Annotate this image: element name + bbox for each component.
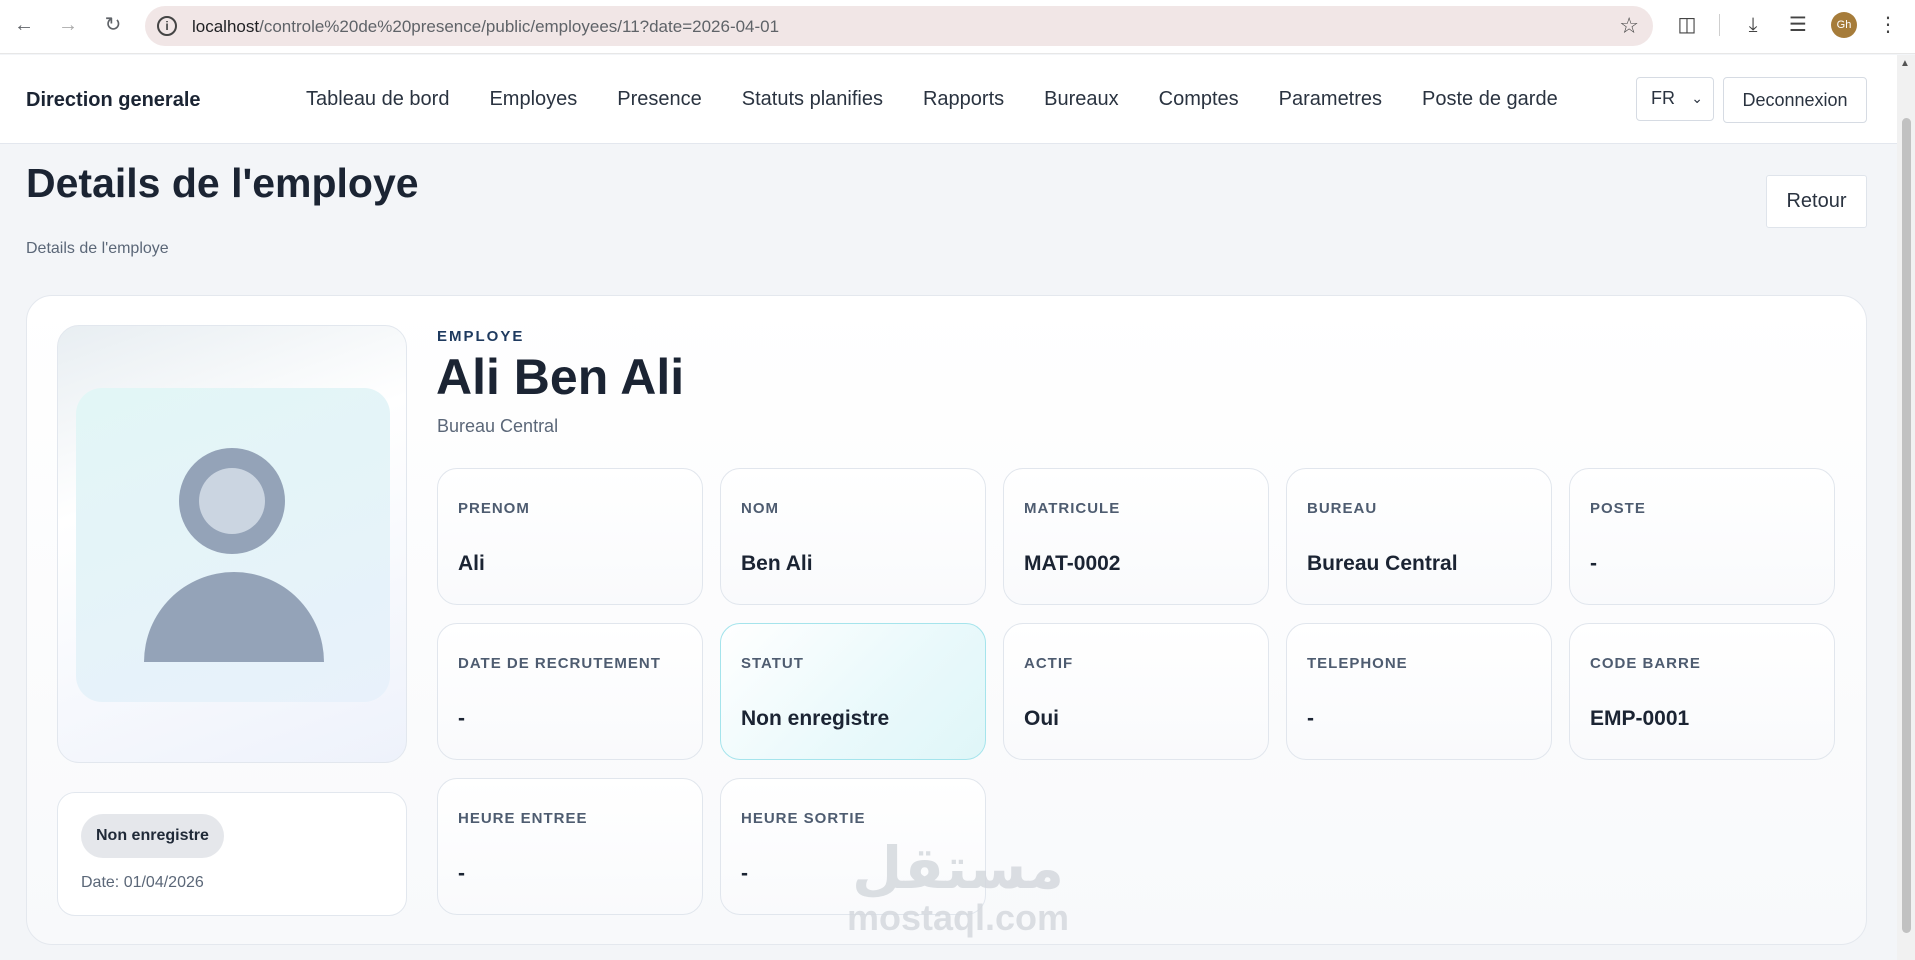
attendance-status-box: Non enregistre Date: 01/04/2026 xyxy=(57,792,407,916)
status-badge: Non enregistre xyxy=(81,814,224,858)
field-label: MATRICULE xyxy=(1024,500,1121,517)
field-value: Oui xyxy=(1024,707,1059,730)
avatar-body-icon xyxy=(144,572,324,662)
scroll-up-icon[interactable]: ▲ xyxy=(1900,58,1910,69)
field-label: DATE DE RECRUTEMENT xyxy=(458,655,661,672)
breadcrumb: Details de l'employe xyxy=(26,240,169,257)
field-label: POSTE xyxy=(1590,500,1646,517)
field-value: MAT-0002 xyxy=(1024,552,1121,575)
employee-name: Ali Ben Ali xyxy=(436,349,685,405)
toolbar-divider xyxy=(1719,14,1720,36)
status-date: Date: 01/04/2026 xyxy=(81,874,204,891)
field-bureau: BUREAU Bureau Central xyxy=(1286,468,1552,605)
url-path: /controle%20de%20presence/public/employe… xyxy=(259,17,780,36)
language-value: FR xyxy=(1651,88,1675,108)
url-text[interactable]: localhost/controle%20de%20presence/publi… xyxy=(192,17,779,37)
watermark-logo: مستقل mostaql.com xyxy=(838,840,1078,938)
avatar-placeholder xyxy=(76,388,390,702)
field-value: Bureau Central xyxy=(1307,552,1458,575)
menu-item-employes[interactable]: Employes xyxy=(489,88,577,111)
menu-item-tableau-de-bord[interactable]: Tableau de bord xyxy=(306,88,449,111)
field-poste: POSTE - xyxy=(1569,468,1835,605)
puzzle-icon[interactable]: ◫ xyxy=(1674,12,1700,38)
kebab-menu-icon[interactable]: ⋮ xyxy=(1875,12,1901,38)
field-date-recrutement: DATE DE RECRUTEMENT - xyxy=(437,623,703,760)
language-select[interactable]: FR ⌄ xyxy=(1636,77,1714,121)
field-telephone: TELEPHONE - xyxy=(1286,623,1552,760)
field-label: CODE BARRE xyxy=(1590,655,1701,672)
app-header: Direction generale Tableau de bord Emplo… xyxy=(0,55,1897,144)
menu-item-presence[interactable]: Presence xyxy=(617,88,702,111)
reload-icon[interactable]: ↻ xyxy=(100,12,126,38)
page-title: Details de l'employe xyxy=(26,160,419,206)
menu-item-comptes[interactable]: Comptes xyxy=(1159,88,1239,111)
field-value: - xyxy=(1307,707,1314,730)
field-value: Non enregistre xyxy=(741,707,890,730)
arrow-right-icon[interactable]: → xyxy=(55,12,81,38)
employee-photo xyxy=(57,325,407,763)
menu-item-statuts-planifies[interactable]: Statuts planifies xyxy=(742,88,883,111)
field-label: HEURE ENTREE xyxy=(458,810,588,827)
field-value: - xyxy=(741,862,748,885)
menu-item-rapports[interactable]: Rapports xyxy=(923,88,1004,111)
employee-office: Bureau Central xyxy=(437,416,559,436)
address-bar[interactable]: i localhost/controle%20de%20presence/pub… xyxy=(145,6,1653,46)
field-matricule: MATRICULE MAT-0002 xyxy=(1003,468,1269,605)
field-value: Ali xyxy=(458,552,485,575)
field-label: BUREAU xyxy=(1307,500,1378,517)
field-label: PRENOM xyxy=(458,500,530,517)
field-nom: NOM Ben Ali xyxy=(720,468,986,605)
field-label: NOM xyxy=(741,500,779,517)
field-value: - xyxy=(458,862,465,885)
field-value: - xyxy=(1590,552,1597,575)
download-icon[interactable]: ⤓ xyxy=(1740,12,1766,38)
field-label: TELEPHONE xyxy=(1307,655,1408,672)
info-icon[interactable]: i xyxy=(157,16,177,36)
field-actif: ACTIF Oui xyxy=(1003,623,1269,760)
field-value: EMP-0001 xyxy=(1590,707,1690,730)
menu-item-bureaux[interactable]: Bureaux xyxy=(1044,88,1119,111)
menu-item-poste-de-garde[interactable]: Poste de garde xyxy=(1422,88,1558,111)
profile-avatar[interactable]: Gh xyxy=(1831,12,1857,38)
logout-button[interactable]: Deconnexion xyxy=(1723,77,1867,123)
arrow-left-icon[interactable]: ← xyxy=(11,12,37,38)
field-label: ACTIF xyxy=(1024,655,1074,672)
url-host: localhost xyxy=(192,17,260,36)
watermark-arabic: مستقل xyxy=(851,836,1065,901)
chevron-down-icon: ⌄ xyxy=(1691,90,1703,106)
star-icon[interactable]: ☆ xyxy=(1619,13,1639,39)
main-menu: Tableau de bord Employes Presence Statut… xyxy=(306,88,1558,111)
back-button[interactable]: Retour xyxy=(1766,175,1867,228)
field-prenom: PRENOM Ali xyxy=(437,468,703,605)
menu-item-parametres[interactable]: Parametres xyxy=(1279,88,1382,111)
field-code-barre: CODE BARRE EMP-0001 xyxy=(1569,623,1835,760)
browser-toolbar: ← → ↻ i localhost/controle%20de%20presen… xyxy=(0,0,1915,54)
field-label: HEURE SORTIE xyxy=(741,810,866,827)
scrollbar-thumb[interactable] xyxy=(1902,118,1911,933)
field-statut: STATUT Non enregistre xyxy=(720,623,986,760)
watermark-latin: mostaql.com xyxy=(846,897,1070,938)
field-value: Ben Ali xyxy=(741,552,813,575)
playlist-icon[interactable]: ☰ xyxy=(1785,12,1811,38)
field-heure-entree: HEURE ENTREE - xyxy=(437,778,703,915)
avatar-head-icon xyxy=(179,448,285,554)
employee-kicker: EMPLOYE xyxy=(437,328,525,345)
field-label: STATUT xyxy=(741,655,804,672)
field-value: - xyxy=(458,707,465,730)
brand-title: Direction generale xyxy=(26,89,201,111)
